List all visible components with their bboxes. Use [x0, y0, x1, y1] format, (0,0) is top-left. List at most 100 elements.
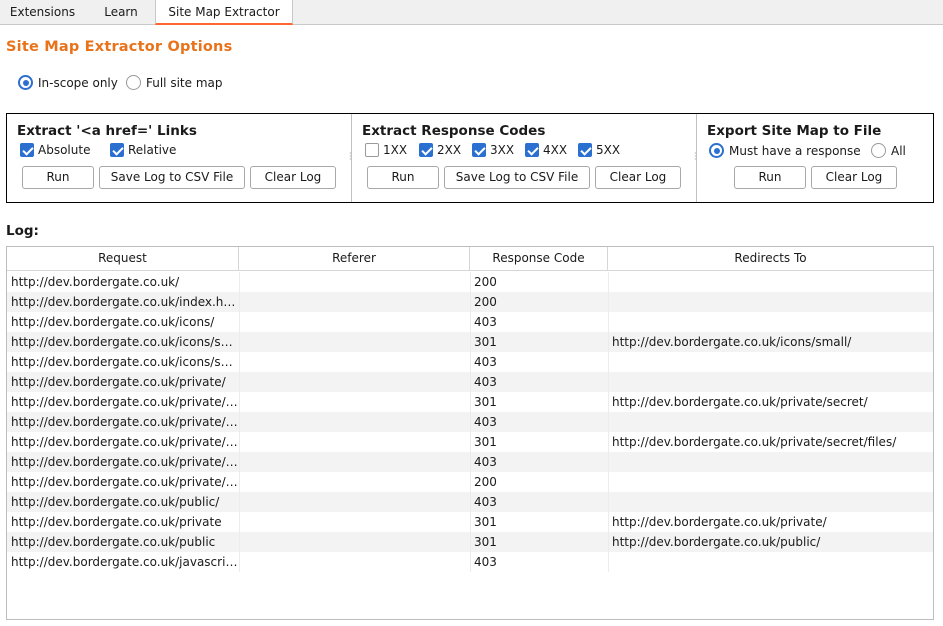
table-row[interactable]: http://dev.bordergate.co.uk/private 301 ht…: [7, 512, 933, 532]
1xx-label: 1XX: [383, 143, 408, 157]
column-header-referer[interactable]: Referer: [239, 247, 470, 271]
codes-save-csv-button[interactable]: Save Log to CSV File: [444, 166, 590, 189]
table-row[interactable]: http://dev.bordergate.co.uk/private/se..…: [7, 432, 933, 452]
cell-referer: [239, 372, 470, 392]
log-label: Log:: [6, 223, 39, 239]
cell-response-code: 403: [474, 415, 497, 429]
table-row[interactable]: http://dev.bordergate.co.uk/index.html 20…: [7, 292, 933, 312]
cell-redirects-to: http://dev.bordergate.co.uk/private/secr…: [612, 435, 897, 449]
column-separator: [470, 372, 471, 392]
column-separator: [608, 512, 609, 532]
must-have-response-radio[interactable]: [709, 143, 724, 158]
4xx-checkbox[interactable]: [525, 143, 539, 157]
column-separator: [470, 312, 471, 332]
tab-bar: Extensions Learn Site Map Extractor: [0, 0, 943, 25]
links-panel: Extract '<a href=' Links Absolute Relati…: [7, 114, 351, 202]
cell-referer: [239, 292, 470, 312]
in-scope-label: In-scope only: [38, 75, 118, 90]
cell-referer: [239, 452, 470, 472]
links-run-button[interactable]: Run: [22, 166, 94, 189]
column-header-redirects-to[interactable]: Redirects To: [608, 247, 933, 271]
column-header-request[interactable]: Request: [7, 247, 239, 271]
table-row[interactable]: http://dev.bordergate.co.uk/private/se..…: [7, 392, 933, 412]
links-clear-log-button[interactable]: Clear Log: [250, 166, 336, 189]
cell-referer: [239, 492, 470, 512]
column-separator: [239, 552, 240, 572]
links-save-csv-button[interactable]: Save Log to CSV File: [99, 166, 245, 189]
table-row[interactable]: http://dev.bordergate.co.uk/private/se..…: [7, 452, 933, 472]
column-header-response-code[interactable]: Response Code: [470, 247, 608, 271]
4xx-label: 4XX: [543, 143, 568, 157]
tab-extensions[interactable]: Extensions: [0, 0, 85, 25]
column-separator: [470, 392, 471, 412]
column-separator: [470, 452, 471, 472]
page-title: Site Map Extractor Options: [6, 39, 233, 55]
column-separator: [470, 552, 471, 572]
table-row[interactable]: http://dev.bordergate.co.uk/icons/sma...…: [7, 352, 933, 372]
table-row[interactable]: http://dev.bordergate.co.uk/public 301 htt…: [7, 532, 933, 552]
column-separator: [239, 272, 240, 292]
options-box: Extract '<a href=' Links Absolute Relati…: [6, 113, 934, 203]
table-row[interactable]: http://dev.bordergate.co.uk/private/403: [7, 372, 933, 392]
cell-request: http://dev.bordergate.co.uk/private/se..…: [11, 455, 239, 469]
absolute-checkbox[interactable]: [20, 143, 34, 157]
scope-in-scope-option[interactable]: In-scope only: [18, 75, 118, 90]
codes-panel-title: Extract Response Codes: [362, 123, 546, 139]
cell-referer: [239, 412, 470, 432]
table-row[interactable]: http://dev.bordergate.co.uk/private/se..…: [7, 412, 933, 432]
codes-panel: Extract Response Codes 1XX 2XX 3XX 4XX 5…: [352, 114, 696, 202]
table-row[interactable]: http://dev.bordergate.co.uk/200: [7, 272, 933, 292]
table-row[interactable]: http://dev.bordergate.co.uk/icons/small 3…: [7, 332, 933, 352]
absolute-option[interactable]: Absolute: [20, 143, 90, 157]
relative-label: Relative: [128, 143, 177, 157]
cell-request: http://dev.bordergate.co.uk/private/se..…: [11, 395, 239, 409]
cell-referer: [239, 532, 470, 552]
export-clear-log-button[interactable]: Clear Log: [811, 166, 897, 189]
table-row[interactable]: http://dev.bordergate.co.uk/public/403: [7, 492, 933, 512]
5xx-option[interactable]: 5XX: [578, 143, 620, 157]
cell-response-code: 301: [474, 535, 497, 549]
table-row[interactable]: http://dev.bordergate.co.uk/icons/403: [7, 312, 933, 332]
2xx-checkbox[interactable]: [419, 143, 433, 157]
column-separator: [470, 512, 471, 532]
cell-referer: [239, 392, 470, 412]
in-scope-radio[interactable]: [18, 75, 33, 90]
column-separator: [239, 392, 240, 412]
must-have-response-option[interactable]: Must have a response: [709, 143, 861, 158]
cell-request: http://dev.bordergate.co.uk/icons/small: [11, 335, 239, 349]
all-radio[interactable]: [871, 143, 886, 158]
codes-clear-log-button[interactable]: Clear Log: [595, 166, 681, 189]
full-site-map-radio[interactable]: [126, 75, 141, 90]
2xx-option[interactable]: 2XX: [419, 143, 461, 157]
cell-redirects-to: [608, 452, 933, 472]
relative-option[interactable]: Relative: [110, 143, 176, 157]
1xx-checkbox[interactable]: [365, 143, 379, 157]
cell-request: http://dev.bordergate.co.uk/icons/sma...: [11, 355, 239, 369]
scope-full-site-map-option[interactable]: Full site map: [126, 75, 222, 90]
cell-request: http://dev.bordergate.co.uk/private/: [11, 375, 226, 389]
3xx-checkbox[interactable]: [472, 143, 486, 157]
1xx-option[interactable]: 1XX: [365, 143, 407, 157]
column-separator: [470, 272, 471, 292]
cell-redirects-to: [608, 312, 933, 332]
3xx-option[interactable]: 3XX: [472, 143, 514, 157]
relative-checkbox[interactable]: [110, 143, 124, 157]
tab-site-map-extractor[interactable]: Site Map Extractor: [155, 0, 293, 25]
full-site-map-label: Full site map: [146, 75, 223, 90]
column-separator: [608, 312, 609, 332]
cell-referer: [239, 332, 470, 352]
table-row[interactable]: http://dev.bordergate.co.uk/javascript/4…: [7, 552, 933, 572]
all-option[interactable]: All: [871, 143, 906, 158]
5xx-checkbox[interactable]: [578, 143, 592, 157]
tab-learn[interactable]: Learn: [86, 0, 156, 25]
codes-run-button[interactable]: Run: [367, 166, 439, 189]
export-panel-title: Export Site Map to File: [707, 123, 882, 139]
cell-referer: [239, 512, 470, 532]
cell-redirects-to: [608, 412, 933, 432]
export-run-button[interactable]: Run: [734, 166, 806, 189]
all-label: All: [891, 143, 906, 158]
cell-referer: [239, 352, 470, 372]
table-row[interactable]: http://dev.bordergate.co.uk/private/se..…: [7, 472, 933, 492]
column-separator: [608, 552, 609, 572]
4xx-option[interactable]: 4XX: [525, 143, 567, 157]
